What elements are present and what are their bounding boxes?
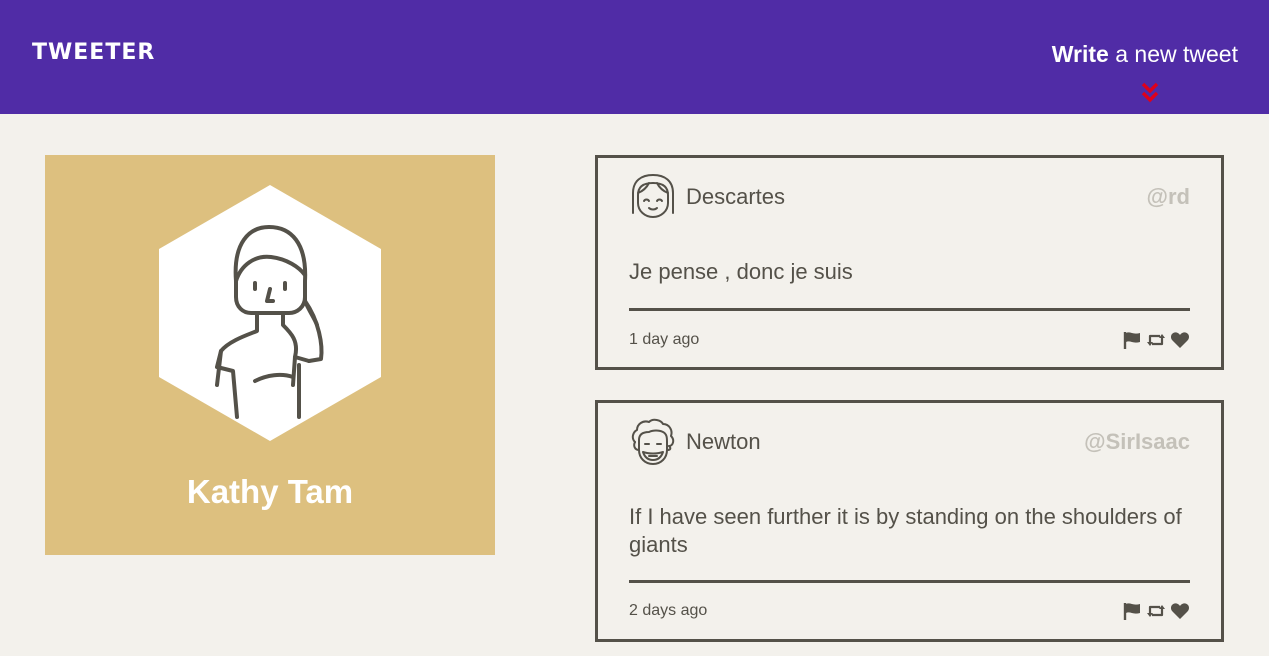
tweet-divider [629,308,1190,311]
tweet-author-name: Newton [686,429,761,454]
girl-avatar-icon [632,174,674,218]
profile-name: Kathy Tam [186,473,354,510]
tweet-timestamp: 2 days ago [629,602,708,619]
profile-card: Kathy Tam [45,155,495,555]
compose-rest-text: a new tweet [1108,41,1238,67]
curly-hair-avatar-icon [631,418,675,465]
tweet-author-handle: @rd [1146,184,1190,209]
heart-icon[interactable] [1170,601,1190,621]
tweet-card: Newton @SirIsaac If I have seen further … [595,400,1224,642]
tweet-divider [629,580,1190,583]
flag-icon[interactable] [1122,601,1142,621]
tweet-author-handle: @SirIsaac [1084,429,1190,454]
tweet-actions [1122,330,1190,350]
tweet-actions [1122,601,1190,621]
tweet-text: If I have seen further it is by standing… [629,504,1182,557]
retweet-icon[interactable] [1146,330,1166,350]
app-logo[interactable]: TWEETER [32,40,155,65]
tweet-text: Je pense , donc je suis [629,259,853,284]
heart-icon[interactable] [1170,330,1190,350]
tweet-author-name: Descartes [686,184,786,209]
compose-bold-text: Write [1051,41,1109,67]
tweet-card: Descartes @rd Je pense , donc je suis 1 … [595,155,1224,370]
tweet-timestamp: 1 day ago [629,331,700,348]
retweet-icon[interactable] [1146,601,1166,621]
write-new-tweet-link[interactable]: Write a new tweet [1052,41,1238,68]
flag-icon[interactable] [1122,330,1142,350]
double-chevron-down-icon[interactable] [1140,82,1160,104]
top-nav-bar: TWEETER Write a new tweet [0,0,1269,114]
woman-avatar-icon [159,185,381,441]
